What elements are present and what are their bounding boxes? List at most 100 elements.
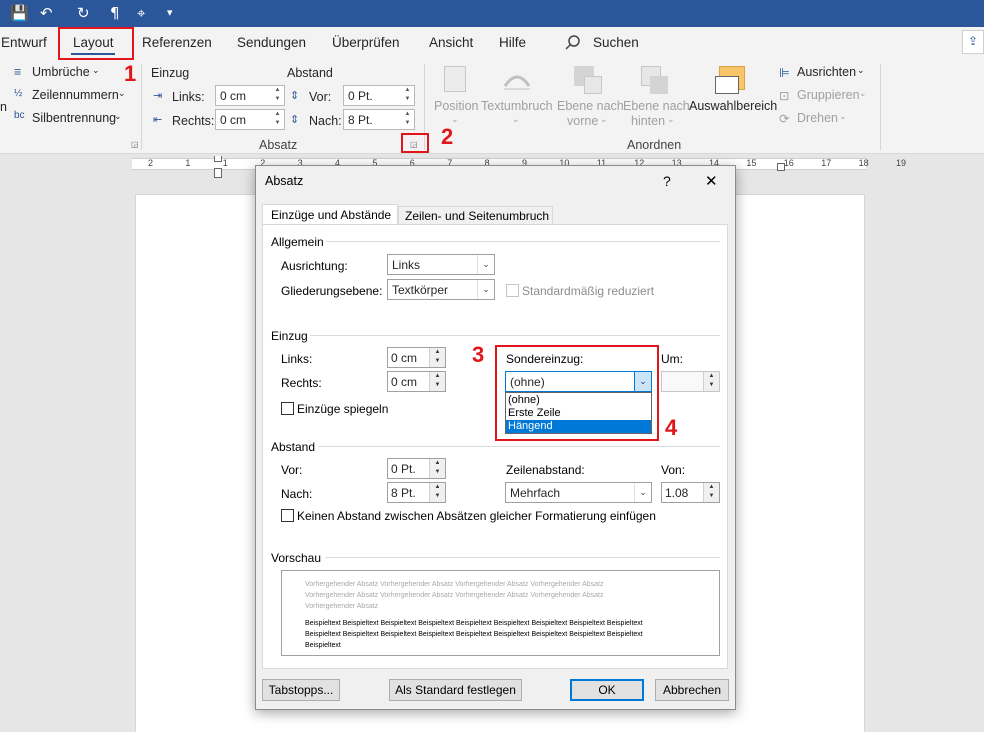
ribbon-nach-label: Nach: [309,114,342,128]
position-icon [444,66,466,92]
links-spinner[interactable]: ▲ ▼ [429,348,445,367]
um-label: Um: [661,352,683,366]
tab-ueberpruefen[interactable]: Überprüfen [332,35,400,50]
preview-line: Beispieltext [305,642,341,649]
umbrueche-button[interactable]: Umbrüche [32,65,90,79]
ebene-hinten-button-line2[interactable]: hinten [631,114,665,128]
ribbon-vor-spinner[interactable]: ▲ ▼ [402,86,413,105]
auswahlbereich-button[interactable]: Auswahlbereich [689,99,777,113]
undo-icon[interactable]: ↶ [40,4,53,22]
space-before-icon: ⇕ [290,90,300,102]
annotation-box-sondereinzug [495,345,659,441]
group-divider [141,64,142,150]
tab-hilfe[interactable]: Hilfe [499,35,526,50]
ribbon-links-spinner[interactable]: ▲ ▼ [272,86,283,105]
position-button[interactable]: Position [434,99,478,113]
als-standard-button[interactable]: Als Standard festlegen [389,679,522,701]
silbentrennung-button[interactable]: Silbentrennung [32,111,116,125]
drehen-button[interactable]: Drehen [797,111,838,125]
chevron-down-icon[interactable]: ⌄ [634,483,651,502]
chevron-down-icon: ⌄ [114,111,122,121]
rechts-spinner[interactable]: ▲ ▼ [429,372,445,391]
indent-right-icon: ⇤ [153,114,163,126]
chevron-down-icon: ⌄ [92,65,100,75]
close-icon[interactable]: ✕ [705,172,718,190]
einzuege-spiegeln-checkbox[interactable] [281,402,294,415]
ausrichten-icon: ⊫ [779,66,790,80]
share-icon: ⇪ [968,34,979,48]
vor-spinner[interactable]: ▲ ▼ [429,459,445,478]
first-line-indent-marker[interactable] [214,156,222,162]
abbrechen-button[interactable]: Abbrechen [655,679,729,701]
preview-line: Beispieltext Beispieltext Beispieltext B… [305,620,643,627]
ruler-number: 18 [858,158,869,168]
tabstopps-button[interactable]: Tabstopps... [262,679,340,701]
drehen-icon: ⟳ [779,112,790,126]
section-divider [326,241,720,242]
ruler-number: 15 [746,158,757,168]
rechts-label: Rechts: [281,376,322,390]
auswahlbereich-icon-front [715,76,739,94]
tab-referenzen[interactable]: Referenzen [142,35,212,50]
touch-mode-icon[interactable]: ⌖ [137,4,145,22]
right-indent-marker[interactable] [777,163,785,171]
chevron-down-icon: ⌄ [512,114,520,124]
einzuege-spiegeln-label: Einzüge spiegeln [297,402,389,416]
help-button[interactable]: ? [663,173,671,189]
zeilenabstand-select[interactable]: Mehrfach [505,482,652,503]
gliederungsebene-label: Gliederungsebene: [281,284,383,298]
zeilenabstand-label: Zeilenabstand: [506,463,585,477]
left-indent-marker[interactable] [214,168,222,178]
customize-qat-icon[interactable]: ▾ [167,4,173,22]
ausrichten-button[interactable]: Ausrichten [797,65,856,79]
search-label[interactable]: Suchen [593,35,639,50]
chevron-down-icon: ⌄ [600,114,608,124]
links-label: Links: [281,352,313,366]
dialog-launcher-icon[interactable]: ◲ [131,140,139,149]
breaks-icon: ≡ [14,65,22,79]
zeilennummern-button[interactable]: Zeilennummern [32,88,119,102]
ribbon-rechts-label: Rechts: [172,114,215,128]
cutoff-letter: n [0,100,7,114]
tab-entwurf[interactable]: Entwurf [1,35,47,50]
textumbruch-icon [503,75,531,90]
tab-zeilen-seitenumbruch-label: Zeilen- und Seitenumbruch [405,209,550,223]
chevron-down-icon[interactable]: ⌄ [477,255,494,274]
ebene-hinten-button[interactable]: Ebene nach [623,99,690,113]
keinen-abstand-checkbox[interactable] [281,509,294,522]
chevron-down-icon: ⌄ [857,65,865,75]
textumbruch-button[interactable]: Textumbruch [481,99,553,113]
ebene-vorne-button-line2[interactable]: vorne [567,114,598,128]
section-divider [310,335,720,336]
preview-previous-paragraph: Vorhergehender Absatz Vorhergehender Abs… [305,579,604,612]
pilcrow-icon[interactable]: ¶ [110,4,120,22]
von-spinner[interactable]: ▲ ▼ [703,483,719,502]
search-icon[interactable] [565,35,581,51]
chevron-down-icon: ⌄ [118,88,126,98]
tab-ansicht[interactable]: Ansicht [429,35,473,50]
gruppieren-icon: ⊡ [779,89,790,103]
standard-reduziert-checkbox[interactable] [506,284,519,297]
ebene-vorne-button[interactable]: Ebene nach [557,99,624,113]
anordnen-group-label: Anordnen [627,138,682,152]
gruppieren-button[interactable]: Gruppieren [797,88,860,102]
ribbon-rechts-spinner[interactable]: ▲ ▼ [272,110,283,129]
save-icon[interactable]: 💾 [10,4,29,22]
ok-button[interactable]: OK [570,679,644,701]
line-numbers-icon: ½ [14,88,23,99]
chevron-down-icon[interactable]: ⌄ [477,280,494,299]
ausrichtung-label: Ausrichtung: [281,259,348,273]
ruler-number: 1 [222,158,228,168]
nach-spinner[interactable]: ▲ ▼ [429,483,445,502]
preview-line: Beispieltext Beispieltext Beispieltext B… [305,631,643,638]
tab-sendungen[interactable]: Sendungen [237,35,306,50]
indent-left-icon: ⇥ [153,90,163,102]
annotation-box-layout-tab [58,27,134,60]
ruler-number: 1 [185,158,191,168]
share-button[interactable]: ⇪ [962,30,984,54]
um-spinner[interactable]: ▲ ▼ [703,372,719,391]
ribbon-nach-spinner[interactable]: ▲ ▼ [402,110,413,129]
space-after-icon: ⇕ [290,114,300,126]
annotation-box-dialog-launcher [401,133,429,153]
redo-icon[interactable]: ↻ [77,4,90,22]
